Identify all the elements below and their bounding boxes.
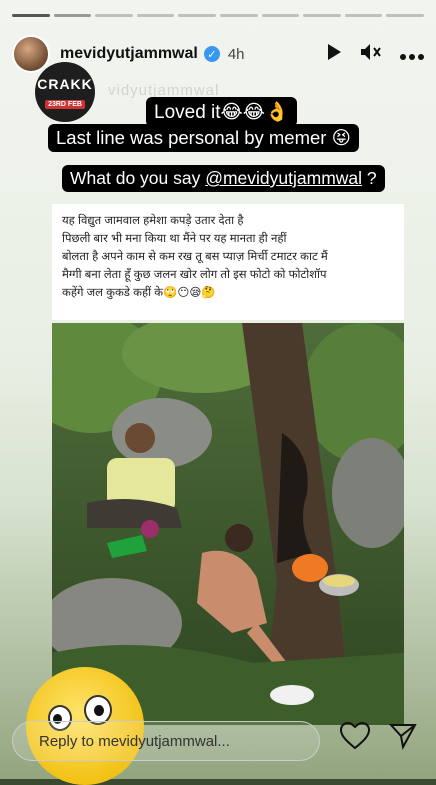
caption-line-1: Loved it😂😂👌 — [146, 97, 297, 127]
meme-text: यह विद्युत जामवाल हमेशा कपड़े उतार देता … — [52, 204, 404, 310]
progress-segment — [95, 14, 133, 17]
meme-text-card: यह विद्युत जामवाल हमेशा कपड़े उतार देता … — [52, 204, 404, 320]
meme-line: यह विद्युत जामवाल हमेशा कपड़े उतार देता … — [62, 215, 244, 227]
mention-link[interactable]: @mevidyutjammwal — [205, 168, 362, 188]
sticker-title: CRAKK — [37, 75, 93, 92]
reply-input[interactable]: Reply to mevidyutjammwal... — [12, 721, 320, 761]
caption-suffix: ? — [362, 168, 377, 188]
meme-line: पिछली बार भी मना किया था मैंने पर यह मान… — [62, 233, 287, 245]
meme-photo — [52, 323, 404, 725]
mute-icon[interactable] — [360, 43, 382, 66]
progress-segment — [261, 14, 300, 17]
crakk-sticker: CRAKK 23RD FEB — [35, 62, 95, 122]
story-progress-bar — [12, 14, 424, 17]
caption-line-2: Last line was personal by memer 😝 — [48, 124, 359, 152]
reply-placeholder: Reply to mevidyutjammwal... — [39, 732, 230, 750]
heart-icon[interactable] — [339, 721, 371, 755]
post-time: 4h — [227, 45, 245, 63]
progress-segment — [136, 14, 175, 17]
meme-line: बोलता है अपने काम से कम रख तू बस प्याज़ … — [62, 251, 328, 263]
send-icon[interactable] — [388, 722, 417, 755]
caption-line-3: What do you say @mevidyutjammwal ? — [62, 165, 385, 192]
forest-scene-image — [52, 323, 404, 725]
sticker-date: 23RD FEB — [45, 99, 85, 109]
progress-segment — [178, 14, 216, 17]
progress-segment — [219, 14, 258, 17]
progress-segment — [386, 14, 424, 17]
username[interactable]: mevidyutjammwal — [60, 45, 198, 63]
progress-segment — [53, 14, 92, 17]
caption-prefix: What do you say — [70, 168, 206, 188]
progress-segment — [12, 14, 50, 17]
meme-line: मैग्गी बना लेता हूँ कुछ जलन खोर लोग तो इ… — [62, 269, 327, 281]
more-icon[interactable] — [400, 44, 424, 65]
meme-line: कहेंगे जल कुकडे कहीं के🙄😶😪🤔 — [62, 287, 216, 299]
progress-segment — [344, 14, 383, 17]
avatar[interactable] — [12, 35, 50, 73]
progress-segment — [303, 14, 341, 17]
header-actions — [326, 43, 424, 66]
play-icon[interactable] — [326, 43, 342, 66]
verified-icon: ✓ — [203, 46, 220, 62]
